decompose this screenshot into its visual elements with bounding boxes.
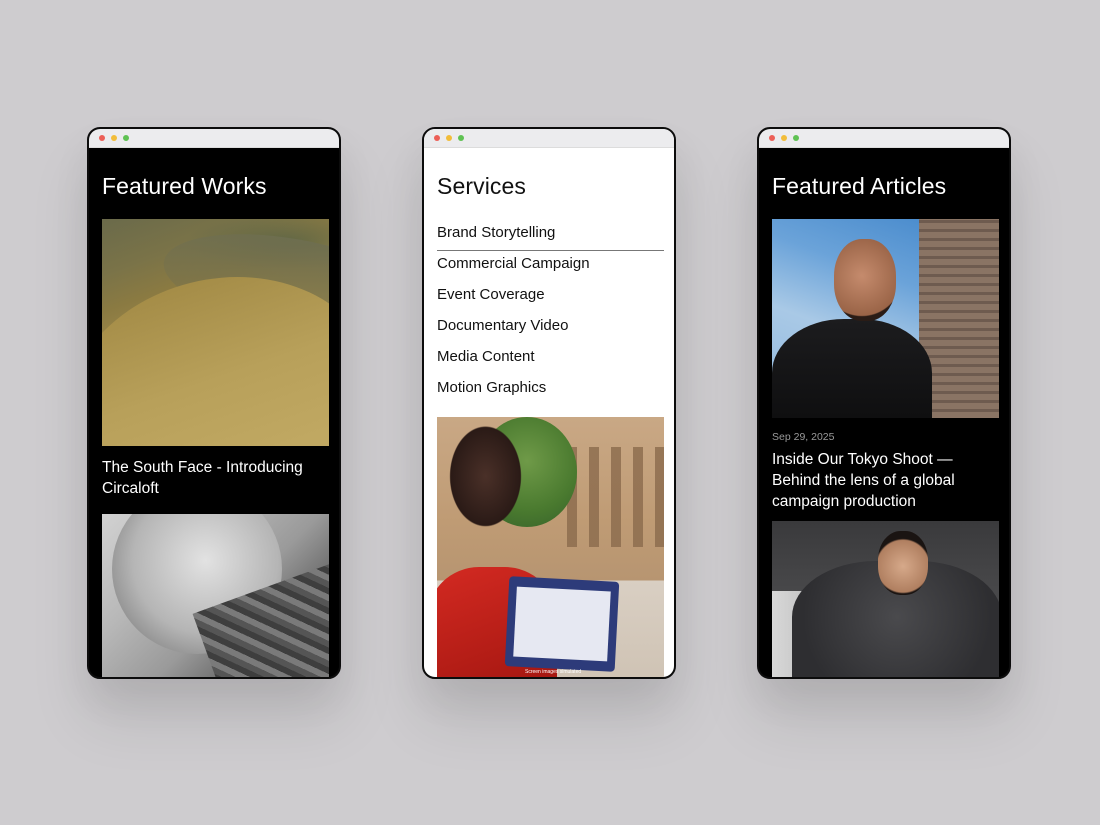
service-item-commercial-campaign[interactable]: Commercial Campaign (437, 251, 664, 282)
article-thumbnail-model[interactable] (772, 521, 999, 677)
maximize-dot-icon[interactable] (458, 135, 464, 141)
minimize-dot-icon[interactable] (446, 135, 452, 141)
section-title: Services (437, 173, 526, 199)
service-preview-image: Screen images simulated (437, 417, 664, 677)
maximize-dot-icon[interactable] (793, 135, 799, 141)
maximize-dot-icon[interactable] (123, 135, 129, 141)
article-date: Sep 29, 2025 (772, 431, 835, 443)
window-titlebar (759, 129, 1009, 148)
phone-featured-works: Featured Works The South Face - Introduc… (87, 127, 341, 679)
phone-featured-articles: Featured Articles Sep 29, 2025 Inside Ou… (757, 127, 1011, 679)
section-title: Featured Articles (772, 173, 947, 199)
service-item-documentary-video[interactable]: Documentary Video (437, 313, 664, 344)
section-title: Featured Works (102, 173, 267, 199)
service-item-motion-graphics[interactable]: Motion Graphics (437, 375, 664, 406)
articles-content: Featured Articles Sep 29, 2025 Inside Ou… (759, 148, 1009, 677)
article-title[interactable]: Inside Our Tokyo Shoot — Behind the lens… (772, 449, 997, 512)
phone-services: Services Brand Storytelling Commercial C… (422, 127, 676, 679)
service-item-event-coverage[interactable]: Event Coverage (437, 282, 664, 313)
close-dot-icon[interactable] (99, 135, 105, 141)
services-list: Brand Storytelling Commercial Campaign E… (437, 220, 664, 406)
service-item-media-content[interactable]: Media Content (437, 344, 664, 375)
window-titlebar (424, 129, 674, 148)
service-item-brand-storytelling[interactable]: Brand Storytelling (437, 220, 664, 251)
window-titlebar (89, 129, 339, 148)
close-dot-icon[interactable] (769, 135, 775, 141)
work-caption[interactable]: The South Face - Introducing Circaloft (102, 457, 327, 499)
works-content: Featured Works The South Face - Introduc… (89, 148, 339, 677)
work-thumbnail-portrait[interactable] (102, 514, 329, 677)
minimize-dot-icon[interactable] (111, 135, 117, 141)
close-dot-icon[interactable] (434, 135, 440, 141)
article-thumbnail-portrait[interactable] (772, 219, 999, 418)
work-thumbnail-hillside[interactable] (102, 219, 329, 446)
image-caption: Screen images simulated (525, 669, 582, 675)
minimize-dot-icon[interactable] (781, 135, 787, 141)
services-content: Services Brand Storytelling Commercial C… (424, 148, 674, 677)
